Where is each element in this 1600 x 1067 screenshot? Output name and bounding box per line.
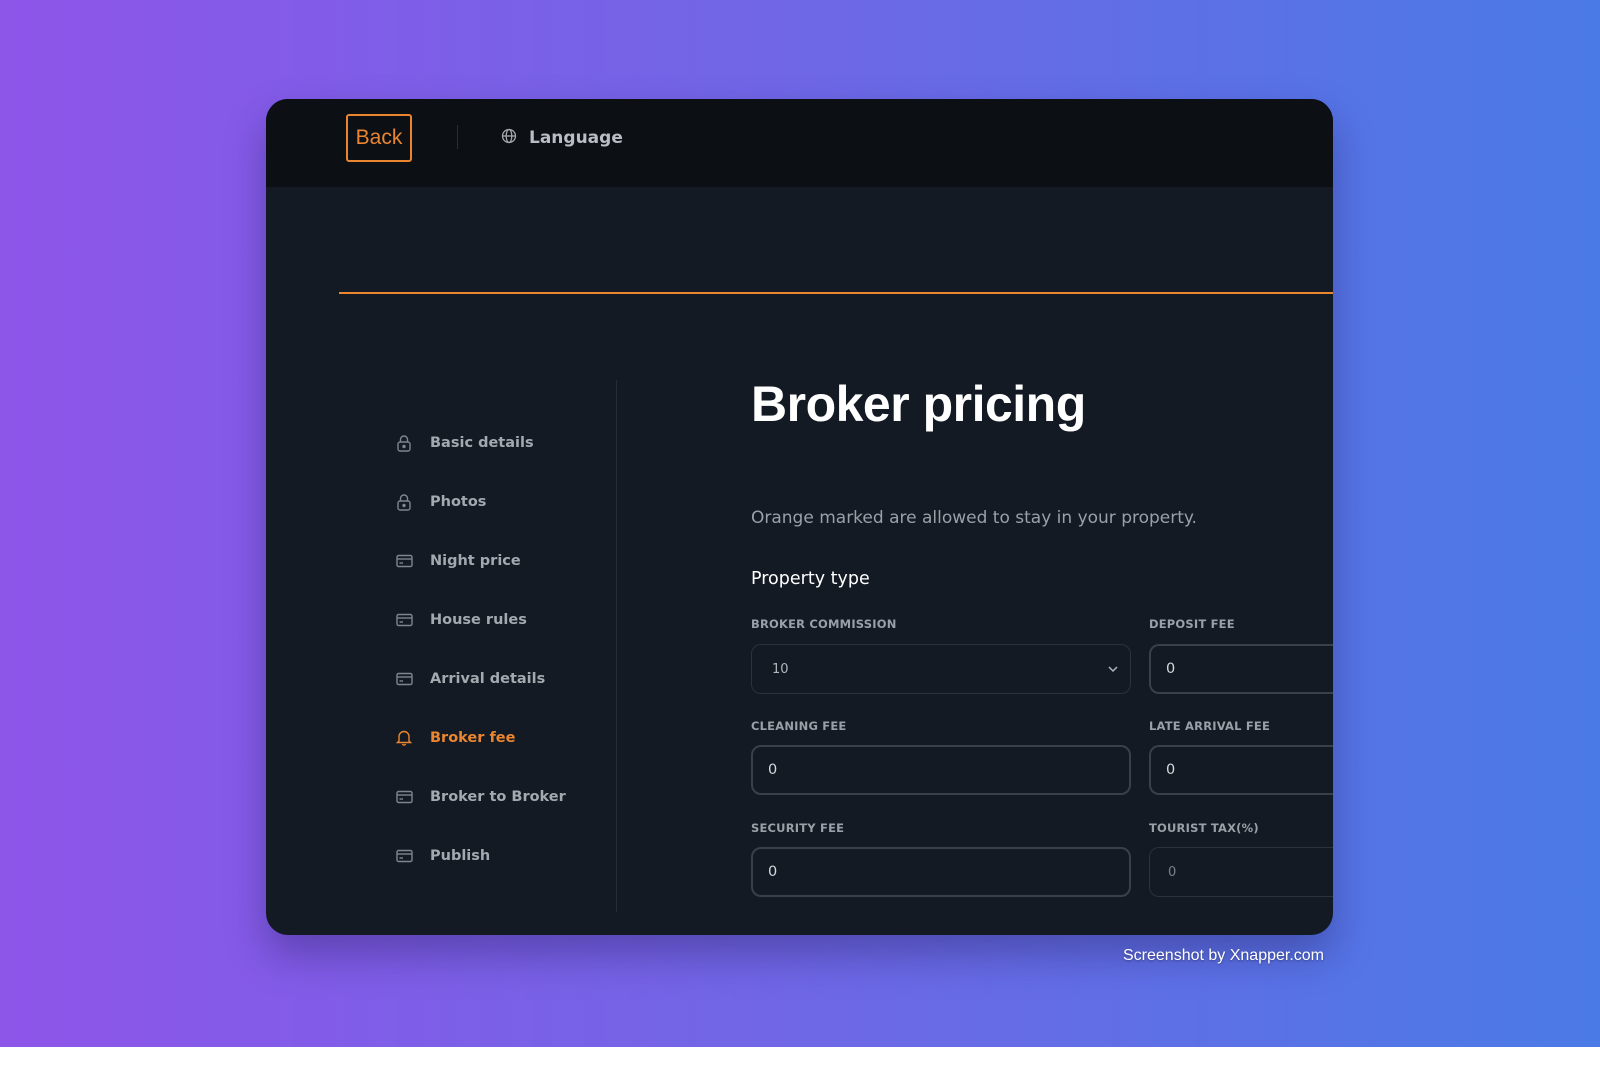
deposit-fee-input[interactable]: 0	[1149, 644, 1333, 694]
sidebar-item-arrival-details[interactable]: Arrival details	[396, 649, 606, 708]
card-icon	[396, 611, 414, 629]
late-arrival-fee-value: 0	[1166, 762, 1176, 778]
page-subtitle: Orange marked are allowed to stay in you…	[751, 508, 1197, 528]
sidebar-item-label: Broker fee	[430, 729, 516, 746]
sidebar-item-publish[interactable]: Publish	[396, 826, 606, 885]
tourist-tax-value: 0	[1168, 864, 1177, 880]
bottom-strip	[0, 1047, 1600, 1067]
app-window: Back Language Basic details Photos Night…	[266, 99, 1333, 935]
topbar-divider	[457, 125, 458, 149]
security-fee-input[interactable]: 0	[751, 847, 1131, 897]
sidebar-item-label: Broker to Broker	[430, 788, 566, 805]
sidebar-item-broker-fee[interactable]: Broker fee	[396, 708, 606, 767]
security-fee-value: 0	[768, 864, 778, 880]
section-title: Property type	[751, 569, 870, 589]
sidebar-item-label: Photos	[430, 493, 487, 510]
chevron-down-icon	[1106, 662, 1120, 680]
sidebar-item-house-rules[interactable]: House rules	[396, 590, 606, 649]
sidebar-divider	[616, 380, 617, 912]
lock-icon	[396, 434, 414, 452]
back-button[interactable]: Back	[346, 114, 412, 162]
sidebar-nav: Basic details Photos Night price House r…	[396, 413, 606, 885]
cleaning-fee-label: CLEANING FEE	[751, 719, 847, 733]
tourist-tax-label: TOURIST TAX(%)	[1149, 821, 1259, 835]
cleaning-fee-input[interactable]: 0	[751, 745, 1131, 795]
globe-icon	[501, 128, 517, 148]
sidebar-item-label: Publish	[430, 847, 491, 864]
late-arrival-fee-input[interactable]: 0	[1149, 745, 1333, 795]
cleaning-fee-value: 0	[768, 762, 778, 778]
language-label: Language	[529, 128, 623, 148]
bell-icon	[396, 729, 414, 747]
screenshot-credit: Screenshot by Xnapper.com	[1123, 947, 1325, 964]
sidebar-item-photos[interactable]: Photos	[396, 472, 606, 531]
card-icon	[396, 788, 414, 806]
sidebar-item-label: Basic details	[430, 434, 534, 451]
card-icon	[396, 552, 414, 570]
sidebar-item-broker-to-broker[interactable]: Broker to Broker	[396, 767, 606, 826]
card-icon	[396, 847, 414, 865]
card-icon	[396, 670, 414, 688]
tourist-tax-input[interactable]: 0	[1149, 847, 1333, 897]
broker-commission-select[interactable]: 10	[751, 644, 1131, 694]
sidebar-item-label: House rules	[430, 611, 527, 628]
late-arrival-fee-label: LATE ARRIVAL FEE	[1149, 719, 1271, 733]
broker-commission-value: 10	[772, 661, 789, 677]
sidebar-item-label: Night price	[430, 552, 521, 569]
top-bar: Back Language	[266, 99, 1333, 187]
sidebar-item-night-price[interactable]: Night price	[396, 531, 606, 590]
language-button[interactable]: Language	[501, 126, 623, 150]
progress-line	[339, 292, 1333, 294]
sidebar-item-label: Arrival details	[430, 670, 546, 687]
deposit-fee-label: DEPOSIT FEE	[1149, 617, 1235, 631]
sidebar-item-basic-details[interactable]: Basic details	[396, 413, 606, 472]
lock-icon	[396, 493, 414, 511]
deposit-fee-value: 0	[1166, 661, 1176, 677]
broker-commission-label: BROKER COMMISSION	[751, 617, 897, 631]
security-fee-label: SECURITY FEE	[751, 821, 845, 835]
page-title: Broker pricing	[751, 376, 1086, 432]
